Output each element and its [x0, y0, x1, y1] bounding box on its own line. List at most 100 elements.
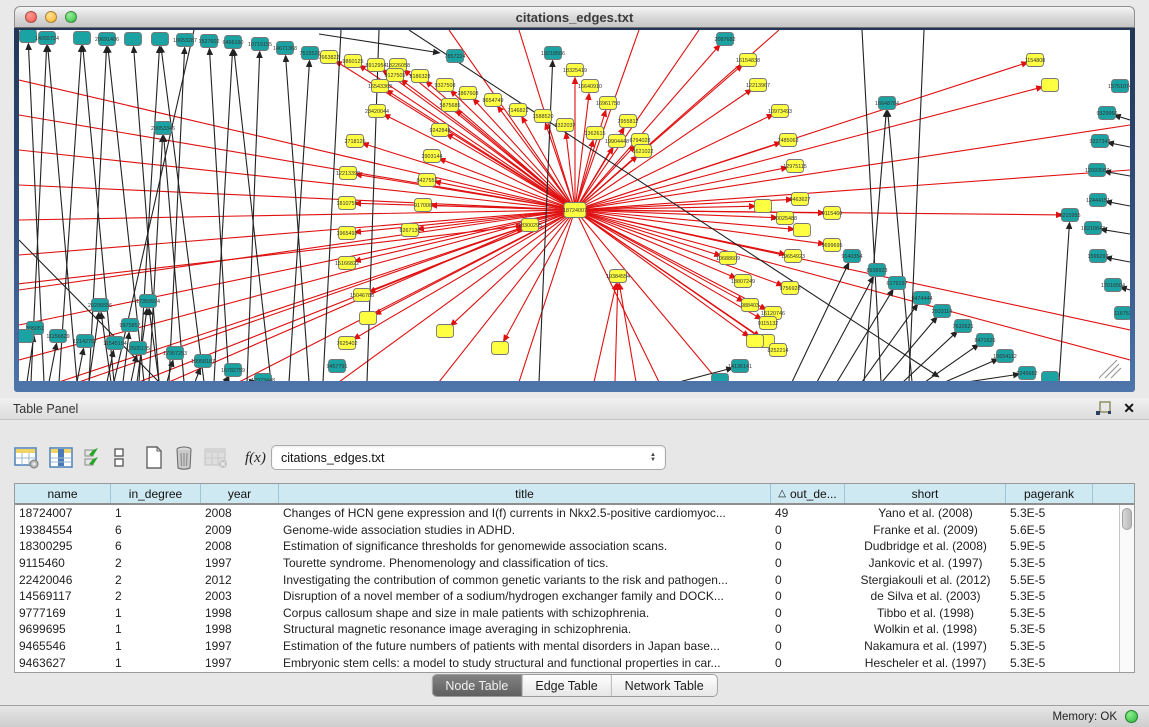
graph-node[interactable]: 9756928	[780, 282, 801, 295]
graph-node[interactable]	[712, 374, 729, 382]
graph-node[interactable]: 9245682	[1017, 367, 1038, 380]
show-columns-icon[interactable]	[49, 447, 75, 469]
graph-node[interactable]: 8471626	[975, 334, 996, 347]
window-titlebar[interactable]: citations_edges.txt	[14, 6, 1135, 28]
graph-node[interactable]: 8938923	[867, 264, 888, 277]
graph-node[interactable]: 116753	[1114, 307, 1130, 320]
citation-edge-red[interactable]	[439, 210, 575, 381]
graph-node[interactable]: 15046788	[350, 289, 374, 302]
new-table-icon[interactable]	[144, 446, 164, 470]
graph-node[interactable]: 12444151	[1086, 194, 1110, 207]
graph-node[interactable]: 8322037	[555, 119, 576, 132]
citation-edge-black[interactable]	[77, 349, 83, 381]
graph-node[interactable]: 2903144	[422, 150, 443, 163]
graph-node[interactable]: 1810755	[337, 197, 358, 210]
graph-node[interactable]: 2933114	[932, 305, 953, 318]
citation-edge-black[interactable]	[225, 377, 229, 381]
graph-node[interactable]: 8215955	[1060, 209, 1081, 222]
table-row[interactable]: 1456911722003Disruption of a novel membe…	[15, 588, 1119, 605]
graph-node[interactable]	[125, 33, 142, 46]
graph-node[interactable]: 17957253	[163, 347, 187, 360]
graph-node[interactable]: 8427552	[417, 174, 438, 187]
citation-edge-red[interactable]	[594, 284, 616, 381]
close-panel-icon[interactable]: ✕	[1123, 400, 1135, 417]
table-row[interactable]: 1830029562008Estimation of significance …	[15, 538, 1119, 555]
graph-node[interactable]: 9329966	[1097, 107, 1118, 120]
graph-node[interactable]: 12975115	[783, 160, 807, 173]
citation-edge-red[interactable]	[382, 70, 575, 210]
tab-edge-table[interactable]: Edge Table	[522, 675, 611, 696]
table-row[interactable]: 2242004622012Investigating the contribut…	[15, 571, 1119, 588]
graph-node[interactable]: 10653287	[173, 34, 197, 47]
graph-node[interactable]: 8186328	[410, 70, 431, 83]
table-row[interactable]: 946554611997Estimation of the future num…	[15, 638, 1119, 655]
graph-node[interactable]: 1965493	[337, 227, 358, 240]
network-canvas[interactable]: 1405572420691406106532871527602646616010…	[19, 30, 1130, 381]
graph-node[interactable]	[755, 200, 772, 213]
canvas-resize-grip[interactable]	[1099, 360, 1121, 378]
column-header-out_de[interactable]: △out_de...	[771, 484, 845, 503]
graph-node[interactable]: 11545194	[103, 337, 127, 350]
citation-edge-red[interactable]	[575, 170, 1130, 210]
graph-node[interactable]	[747, 335, 764, 348]
graph-node[interactable]: 5875685	[440, 99, 461, 112]
graph-node[interactable]: 9115132	[758, 317, 779, 330]
graph-node[interactable]: 8267130	[400, 224, 421, 237]
graph-node[interactable]: 7146821	[508, 104, 529, 117]
graph-node[interactable]	[794, 224, 811, 237]
column-header-name[interactable]: name	[15, 484, 111, 503]
table-row[interactable]: 969969511998Structural magnetic resonanc…	[15, 621, 1119, 638]
graph-node[interactable]: 7485063	[778, 134, 799, 147]
column-header-year[interactable]: year	[201, 484, 279, 503]
graph-node[interactable]: 18724007	[563, 203, 587, 218]
graph-node[interactable]	[152, 33, 169, 46]
graph-node[interactable]: 9242848	[430, 124, 451, 137]
citation-edge-black[interactable]	[1101, 229, 1130, 234]
graph-node[interactable]: 15166822	[335, 257, 359, 270]
graph-node[interactable]: 16154838	[736, 54, 760, 67]
citation-edge-red[interactable]	[59, 210, 575, 381]
table-selector[interactable]: citations_edges.txt ▲▼	[271, 445, 666, 470]
graph-node[interactable]: 16640910	[578, 80, 602, 93]
graph-node[interactable]: 10654112	[993, 350, 1017, 363]
scrollbar-thumb[interactable]	[1122, 508, 1132, 530]
graph-node[interactable]: 7955812	[618, 115, 639, 128]
graph-node[interactable]: 12923448	[251, 374, 275, 382]
graph-node[interactable]: 16543362	[368, 80, 392, 93]
graph-node[interactable]: 19218506	[541, 47, 565, 60]
tab-network-table[interactable]: Network Table	[612, 675, 717, 696]
graph-node[interactable]: 8912954	[366, 59, 387, 72]
graph-node[interactable]: 917006	[414, 199, 432, 212]
graph-node[interactable]: 12213393	[336, 167, 360, 180]
table-row[interactable]: 1938455462009Genome-wide association stu…	[15, 522, 1119, 539]
graph-node[interactable]	[437, 325, 454, 338]
citation-edge-black[interactable]	[909, 30, 924, 381]
graph-node[interactable]: 12093587	[1085, 164, 1109, 177]
graph-node[interactable]: 9327508	[435, 79, 456, 92]
graph-node[interactable]: 9227343	[1090, 135, 1111, 148]
vertical-scrollbar[interactable]	[1119, 505, 1134, 672]
graph-node[interactable]: 9463627	[790, 193, 811, 206]
graph-node[interactable]: 6179197	[887, 277, 908, 290]
graph-node[interactable]: 2718126	[345, 135, 366, 148]
citation-edge-black[interactable]	[247, 52, 260, 381]
column-header-in_degree[interactable]: in_degree	[111, 484, 201, 503]
graph-node[interactable]: 12505135	[126, 342, 150, 355]
graph-node[interactable]: 9474444	[912, 292, 933, 305]
graph-node[interactable]: 9115460	[822, 207, 843, 220]
citation-edge-red[interactable]	[575, 210, 1130, 360]
citation-edge-red[interactable]	[19, 150, 575, 210]
citation-edge-black[interactable]	[286, 56, 309, 381]
graph-node[interactable]	[74, 32, 91, 45]
graph-node[interactable]: 19654923	[781, 250, 805, 263]
graph-node[interactable]: 12142757	[73, 335, 97, 348]
graph-node[interactable]: 10025488	[773, 212, 797, 225]
graph-node[interactable]: 16961758	[596, 97, 620, 110]
graph-node[interactable]: 16210643	[1081, 222, 1105, 235]
graph-node[interactable]: 18300295	[518, 219, 542, 232]
row-height-icon[interactable]	[113, 447, 125, 469]
graph-node[interactable]: 20053346	[151, 122, 175, 135]
graph-node[interactable]: 9140354	[842, 250, 863, 263]
table-row[interactable]: 1872400712008Changes of HCN gene express…	[15, 505, 1119, 522]
citation-edge-black[interactable]	[1106, 257, 1130, 262]
